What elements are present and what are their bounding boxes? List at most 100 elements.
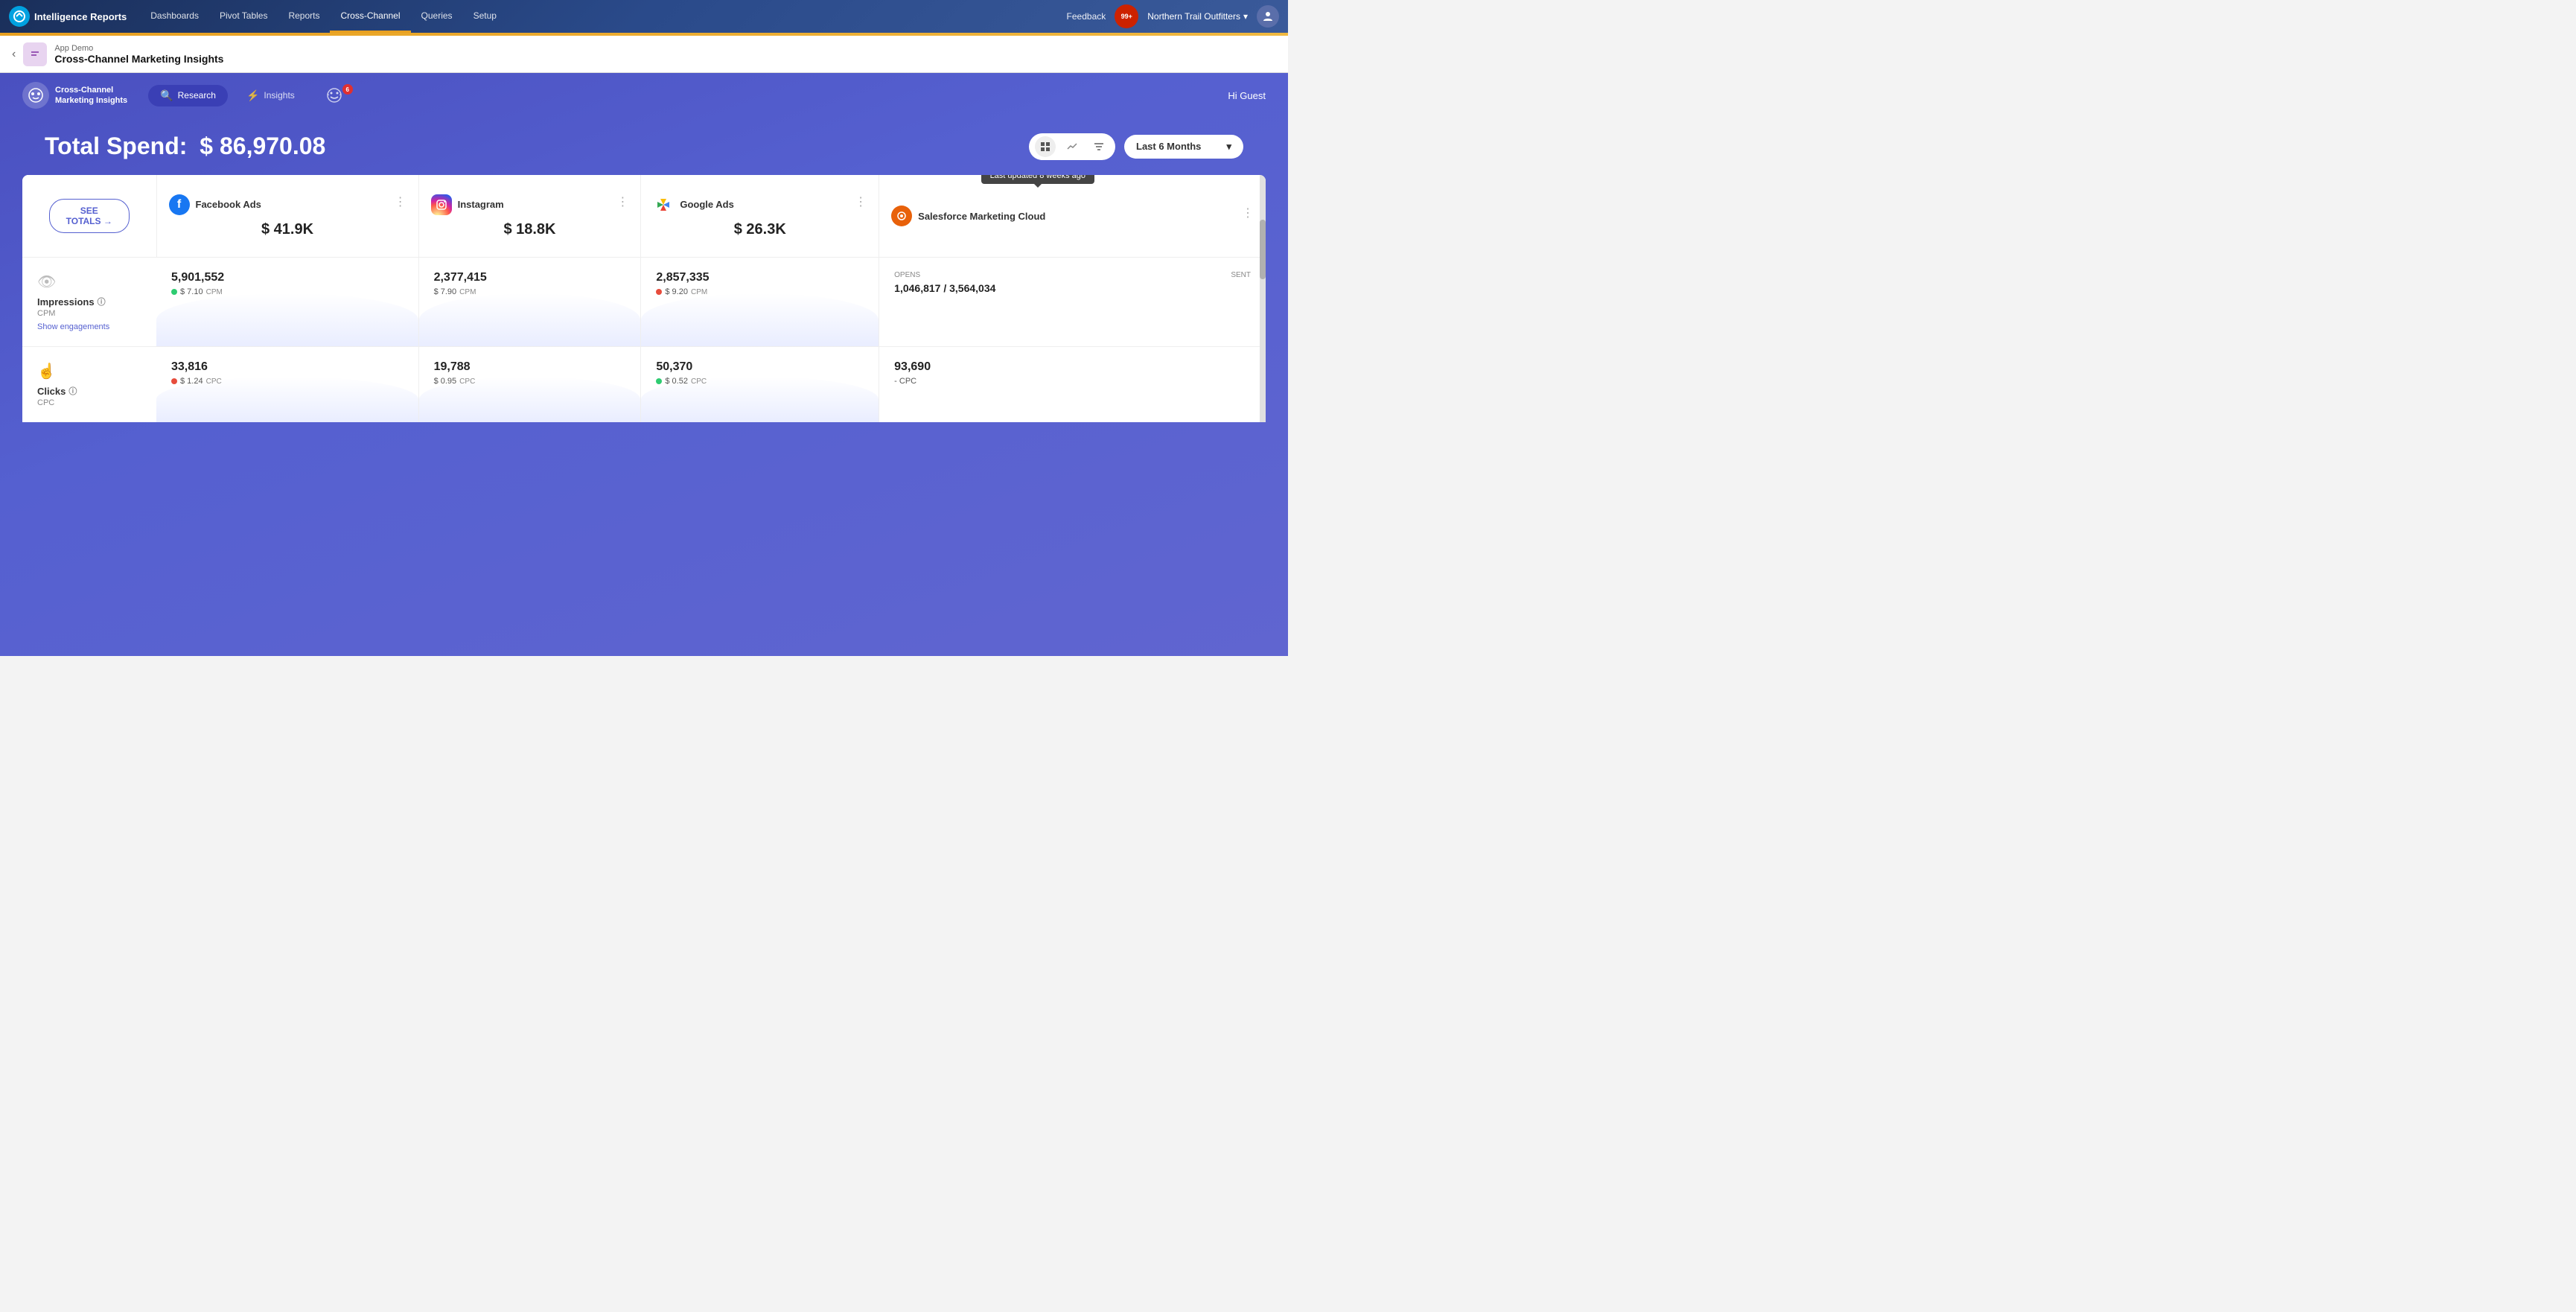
filter-button[interactable] bbox=[1088, 136, 1109, 157]
ai-icon-svg bbox=[326, 87, 342, 104]
main-data-table: SEE TOTALS → f Facebook Ads ⋮ bbox=[22, 175, 1266, 422]
dropdown-chevron-icon: ▾ bbox=[1226, 141, 1231, 153]
main-content: Cross-Channel Marketing Insights 🔍 Resea… bbox=[0, 73, 1288, 656]
impressions-info-icon[interactable]: ⓘ bbox=[98, 296, 106, 308]
google-clicks-value: 50,370 bbox=[656, 360, 864, 374]
instagram-more-button[interactable]: ⋮ bbox=[616, 194, 628, 209]
breadcrumb-area: ‹ App Demo Cross-Channel Marketing Insig… bbox=[0, 36, 1288, 73]
smc-more-button[interactable]: ⋮ bbox=[1242, 206, 1254, 220]
nav-queries[interactable]: Queries bbox=[411, 0, 463, 33]
smc-opens-sent-labels: OPENS SENT bbox=[894, 271, 1251, 279]
google-spend: $ 26.3K bbox=[653, 215, 867, 238]
top-navigation: Intelligence Reports Dashboards Pivot Ta… bbox=[0, 0, 1288, 33]
instagram-header-top: Instagram ⋮ bbox=[431, 194, 629, 215]
instagram-header-cell: Instagram ⋮ $ 18.8K bbox=[418, 175, 641, 258]
facebook-clicks-value: 33,816 bbox=[171, 360, 404, 374]
org-name: Northern Trail Outfitters bbox=[1147, 11, 1240, 22]
google-clicks-inner: 50,370 $ 0.52 CPC bbox=[641, 347, 879, 399]
show-engagements-link[interactable]: Show engagements bbox=[37, 322, 141, 331]
facebook-impressions-cell: 5,901,552 $ 7.10 CPM bbox=[156, 258, 418, 347]
facebook-clicks-cell: 33,816 $ 1.24 CPC bbox=[156, 347, 418, 423]
app-demo-label: App Demo bbox=[54, 44, 223, 53]
facebook-platform-header: f Facebook Ads bbox=[169, 194, 261, 215]
impressions-label: Impressions ⓘ bbox=[37, 296, 141, 308]
hero-area: Total Spend: $ 86,970.08 Last 6 Months ▾ bbox=[0, 118, 1288, 160]
smc-impressions-inner: OPENS SENT 1,046,817 / 3,564,034 bbox=[879, 258, 1266, 308]
facebook-impressions-sub: $ 7.10 CPM bbox=[171, 287, 404, 296]
date-filter-dropdown[interactable]: Last 6 Months ▾ bbox=[1124, 135, 1243, 159]
facebook-spend: $ 41.9K bbox=[169, 215, 407, 238]
instagram-clicks-inner: 19,788 $ 0.95 CPC bbox=[419, 347, 641, 399]
nav-pivot-tables[interactable]: Pivot Tables bbox=[209, 0, 278, 33]
insights-tab[interactable]: ⚡ Insights bbox=[234, 84, 307, 107]
red-dot-icon bbox=[171, 378, 177, 384]
user-avatar[interactable] bbox=[1257, 5, 1279, 28]
feedback-button[interactable]: Feedback bbox=[1067, 11, 1106, 22]
clicks-info-icon[interactable]: ⓘ bbox=[68, 385, 77, 397]
clicks-sub: CPC bbox=[37, 398, 141, 407]
instagram-clicks-value: 19,788 bbox=[434, 360, 626, 374]
table-header-row: SEE TOTALS → f Facebook Ads ⋮ bbox=[22, 175, 1266, 258]
nav-cross-channel[interactable]: Cross-Channel bbox=[330, 0, 410, 33]
totals-header-cell: SEE TOTALS → bbox=[22, 175, 156, 258]
tooltip-container: Last updated 8 weeks ago bbox=[981, 175, 1094, 184]
facebook-more-button[interactable]: ⋮ bbox=[395, 194, 407, 209]
inner-navigation: Cross-Channel Marketing Insights 🔍 Resea… bbox=[0, 73, 1288, 118]
google-impressions-sub: $ 9.20 CPM bbox=[656, 287, 864, 296]
see-totals-button[interactable]: SEE TOTALS → bbox=[49, 199, 130, 233]
facebook-clicks-sub: $ 1.24 CPC bbox=[171, 377, 404, 386]
green-dot-icon bbox=[656, 378, 662, 384]
date-filter-label: Last 6 Months bbox=[1136, 141, 1201, 152]
total-spend: Total Spend: $ 86,970.08 bbox=[45, 133, 325, 160]
total-spend-value: $ 86,970.08 bbox=[200, 133, 325, 159]
smc-header-top: Salesforce Marketing Cloud ⋮ bbox=[891, 206, 1254, 226]
instagram-clicks-cell: 19,788 $ 0.95 CPC bbox=[418, 347, 641, 423]
smc-header-cell: Salesforce Marketing Cloud ⋮ bbox=[879, 175, 1266, 258]
line-view-button[interactable] bbox=[1062, 136, 1083, 157]
facebook-spend-value: $ 41.9K bbox=[261, 221, 313, 238]
org-selector[interactable]: Northern Trail Outfitters ▾ bbox=[1147, 11, 1248, 22]
smc-impressions-value: 1,046,817 / 3,564,034 bbox=[894, 282, 1251, 294]
org-dropdown-icon: ▾ bbox=[1243, 11, 1248, 22]
clicks-metric-cell: ☝ Clicks ⓘ CPC bbox=[22, 347, 156, 423]
hero-controls: Last 6 Months ▾ bbox=[1029, 133, 1243, 160]
google-platform-header: Google Ads bbox=[653, 194, 733, 215]
facebook-impressions-inner: 5,901,552 $ 7.10 CPM bbox=[156, 258, 418, 310]
nav-dashboards[interactable]: Dashboards bbox=[140, 0, 209, 33]
grid-view-button[interactable] bbox=[1035, 136, 1056, 157]
breadcrumb-text: App Demo Cross-Channel Marketing Insight… bbox=[54, 44, 223, 65]
google-impressions-inner: 2,857,335 $ 9.20 CPM bbox=[641, 258, 879, 310]
research-tab[interactable]: 🔍 Research bbox=[148, 85, 228, 106]
app-name: Intelligence Reports bbox=[34, 11, 127, 22]
page-title: Cross-Channel Marketing Insights bbox=[54, 53, 223, 65]
nav-right: Feedback 99+ Northern Trail Outfitters ▾ bbox=[1067, 4, 1279, 28]
greeting-text: Hi Guest bbox=[1228, 90, 1266, 101]
lightning-icon: ⚡ bbox=[246, 89, 259, 102]
smc-clicks-value: 93,690 bbox=[894, 360, 1251, 374]
tooltip: Last updated 8 weeks ago bbox=[981, 175, 1094, 184]
clicks-label: Clicks ⓘ bbox=[37, 385, 141, 397]
page-icon bbox=[23, 42, 47, 66]
instagram-name: Instagram bbox=[458, 199, 504, 210]
instagram-spend-value: $ 18.8K bbox=[503, 221, 555, 238]
data-table-wrapper: Last updated 8 weeks ago SEE TOTALS → bbox=[22, 175, 1266, 422]
total-spend-label: Total Spend: bbox=[45, 133, 187, 159]
facebook-header-cell: f Facebook Ads ⋮ $ 41.9K bbox=[156, 175, 418, 258]
instagram-impressions-cell: 2,377,415 $ 7.90 CPM bbox=[418, 258, 641, 347]
impressions-sub: CPM bbox=[37, 309, 141, 318]
impressions-row: 👁 Impressions ⓘ CPM Show engagements 5,9… bbox=[22, 258, 1266, 347]
ai-tab[interactable]: 6 bbox=[313, 82, 355, 109]
instagram-icon bbox=[431, 194, 452, 215]
instagram-platform-header: Instagram bbox=[431, 194, 504, 215]
clicks-icon: ☝ bbox=[37, 362, 141, 380]
back-button[interactable]: ‹ bbox=[12, 48, 16, 61]
smc-name: Salesforce Marketing Cloud bbox=[918, 211, 1045, 222]
notification-badge[interactable]: 99+ bbox=[1115, 4, 1138, 28]
nav-setup[interactable]: Setup bbox=[463, 0, 507, 33]
google-impressions-cell: 2,857,335 $ 9.20 CPM bbox=[641, 258, 879, 347]
ai-badge: 6 bbox=[342, 84, 353, 95]
instagram-spend: $ 18.8K bbox=[431, 215, 629, 238]
google-more-button[interactable]: ⋮ bbox=[855, 194, 867, 209]
brand-logo: Cross-Channel Marketing Insights bbox=[22, 82, 127, 109]
nav-reports[interactable]: Reports bbox=[278, 0, 330, 33]
